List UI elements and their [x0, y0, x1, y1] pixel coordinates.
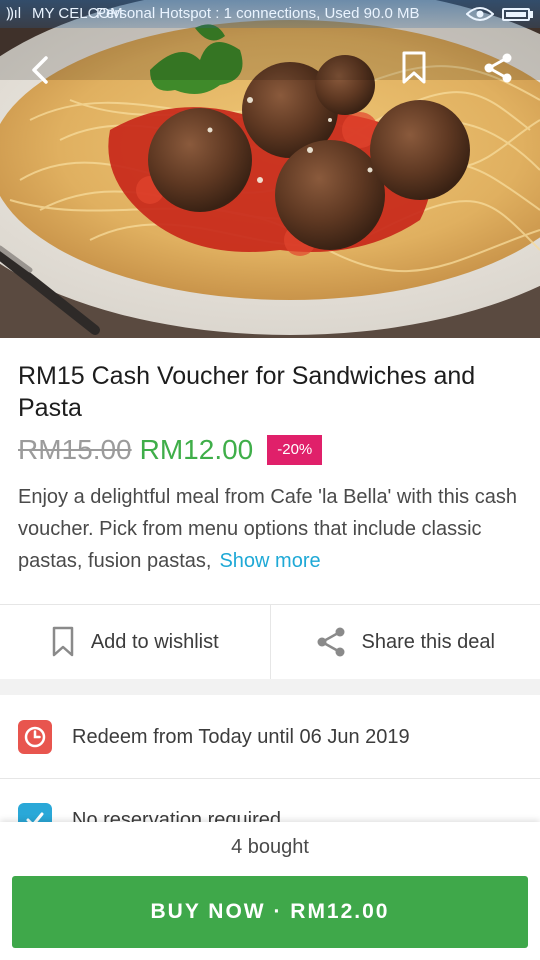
show-more-link[interactable]: Show more — [219, 550, 320, 572]
price-row: RM15.00 RM12.00 -20% — [18, 430, 323, 470]
discount-badge: -20% — [267, 435, 323, 465]
original-price: RM15.00 — [18, 434, 132, 465]
battery-icon — [502, 8, 530, 21]
bookmark-outline-icon — [52, 626, 74, 657]
bookmark-button[interactable] — [392, 46, 436, 90]
deal-price: RM12.00 — [139, 434, 254, 465]
eye-icon — [466, 7, 494, 21]
clock-icon — [18, 720, 52, 754]
deal-description: Enjoy a delightful meal from Cafe 'la Be… — [18, 481, 524, 577]
share-deal-button[interactable]: Share this deal — [269, 605, 540, 679]
back-arrow-icon — [32, 56, 48, 84]
status-bar: ⸩ıl MY CELCOM Personal Hotspot : 1 conne… — [0, 0, 540, 28]
share-button[interactable] — [476, 46, 520, 90]
wishlist-label: Add to wishlist — [90, 630, 219, 653]
share-outline-icon — [317, 627, 345, 657]
deal-title: RM15 Cash Voucher for Sandwiches and Pas… — [18, 362, 476, 422]
add-to-wishlist-button[interactable]: Add to wishlist — [0, 605, 270, 679]
share-icon — [484, 53, 512, 83]
bookmark-icon — [402, 51, 426, 84]
section-gap — [0, 679, 540, 695]
share-label: Share this deal — [361, 630, 495, 653]
hotspot-status: Personal Hotspot : 1 connections, Used 9… — [96, 5, 420, 22]
buy-now-button[interactable]: BUY NOW · RM12.00 — [12, 876, 528, 948]
bought-count: 4 bought — [231, 836, 309, 858]
deal-actions: Add to wishlist Share this deal — [0, 604, 540, 680]
redeem-period-text: Redeem from Today until 06 Jun 2019 — [72, 725, 410, 748]
spaghetti-photo — [0, 0, 540, 338]
purchase-bar: 4 bought BUY NOW · RM12.00 — [0, 822, 540, 960]
redeem-period-row: Redeem from Today until 06 Jun 2019 — [0, 696, 540, 778]
back-button[interactable] — [18, 48, 62, 92]
deal-hero-image — [0, 0, 540, 338]
signal-icon: ⸩ıl — [6, 5, 22, 22]
